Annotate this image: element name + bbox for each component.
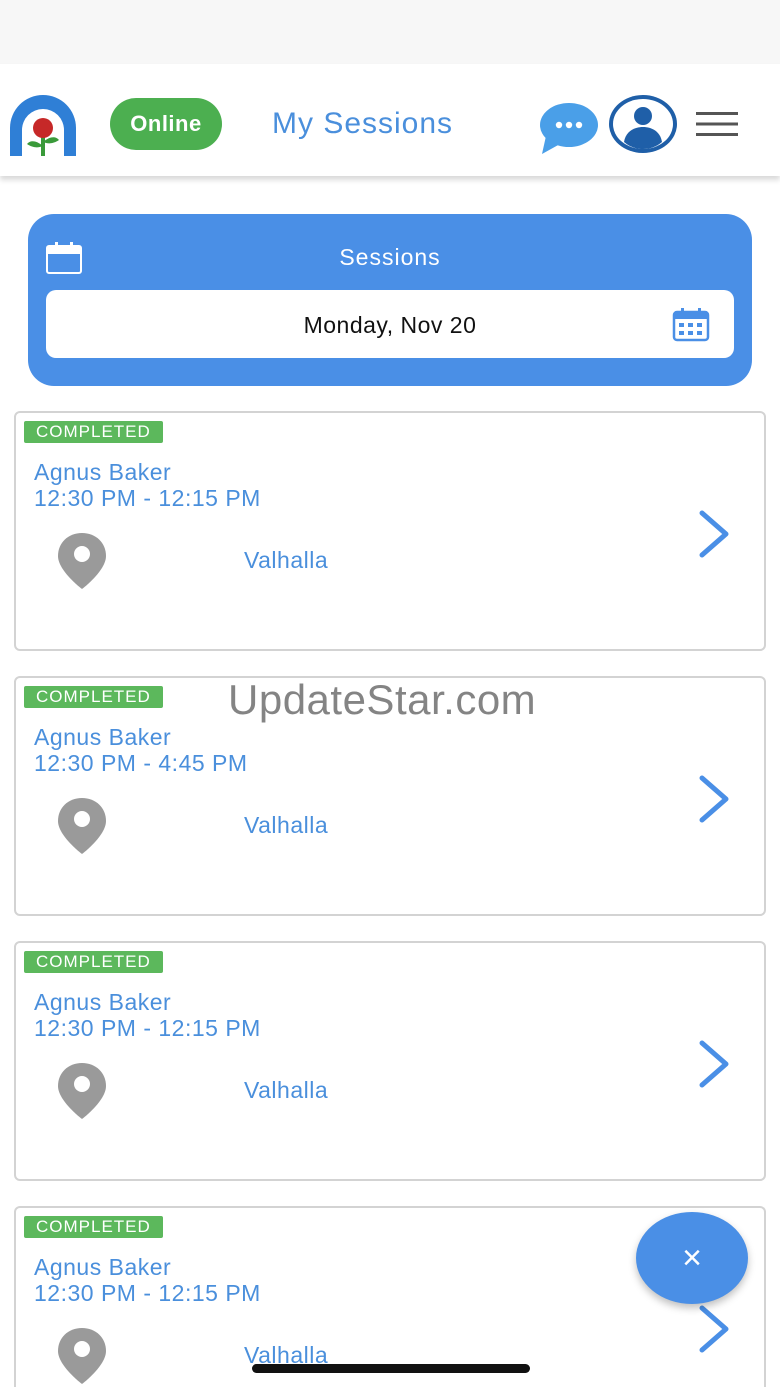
chevron-right-icon[interactable] — [692, 774, 736, 824]
client-name: Agnus Baker — [34, 989, 172, 1015]
location-pin-icon — [58, 533, 106, 589]
date-picker-field[interactable]: Monday, Nov 20 — [46, 290, 734, 358]
client-name: Agnus Baker — [34, 724, 172, 750]
session-location: Valhalla — [244, 547, 329, 573]
selected-date: Monday, Nov 20 — [303, 312, 477, 338]
watermark-text: UpdateStar.com — [228, 676, 537, 723]
session-location: Valhalla — [244, 812, 329, 838]
hamburger-menu-icon[interactable] — [696, 110, 738, 138]
status-badge: COMPLETED — [24, 421, 163, 443]
status-bar — [0, 0, 780, 64]
chat-icon[interactable] — [538, 100, 600, 156]
client-name: Agnus Baker — [34, 1254, 172, 1280]
user-avatar-icon[interactable] — [608, 94, 678, 154]
page-title: My Sessions — [272, 107, 454, 140]
session-location: Valhalla — [244, 1077, 329, 1103]
home-indicator[interactable] — [252, 1364, 530, 1373]
session-card[interactable]: COMPLETED Agnus Baker 12:30 PM - 12:15 P… — [14, 411, 766, 651]
status-badge: COMPLETED — [24, 686, 163, 708]
session-time: 12:30 PM - 12:15 PM — [34, 485, 261, 511]
sessions-title: Sessions — [339, 244, 441, 270]
location-pin-icon — [58, 798, 106, 854]
calendar-icon[interactable] — [672, 308, 710, 342]
app-header: Online My Sessions — [0, 64, 780, 176]
session-time: 12:30 PM - 4:45 PM — [34, 750, 248, 776]
session-time: 12:30 PM - 12:15 PM — [34, 1015, 261, 1041]
status-badge: COMPLETED — [24, 1216, 163, 1238]
chevron-right-icon[interactable] — [692, 1039, 736, 1089]
location-pin-icon — [58, 1063, 106, 1119]
chevron-right-icon[interactable] — [692, 509, 736, 559]
close-fab-button[interactable]: × — [636, 1212, 748, 1304]
sessions-date-panel: Sessions Monday, Nov 20 — [28, 214, 752, 386]
close-icon: × — [682, 1238, 702, 1277]
status-badge: COMPLETED — [24, 951, 163, 973]
location-pin-icon — [58, 1328, 106, 1384]
session-card[interactable]: COMPLETED Agnus Baker 12:30 PM - 12:15 P… — [14, 941, 766, 1181]
app-logo-icon[interactable] — [6, 94, 80, 156]
chevron-right-icon[interactable] — [692, 1304, 736, 1354]
session-time: 12:30 PM - 12:15 PM — [34, 1280, 261, 1306]
client-name: Agnus Baker — [34, 459, 172, 485]
online-status-badge[interactable]: Online — [110, 98, 222, 150]
